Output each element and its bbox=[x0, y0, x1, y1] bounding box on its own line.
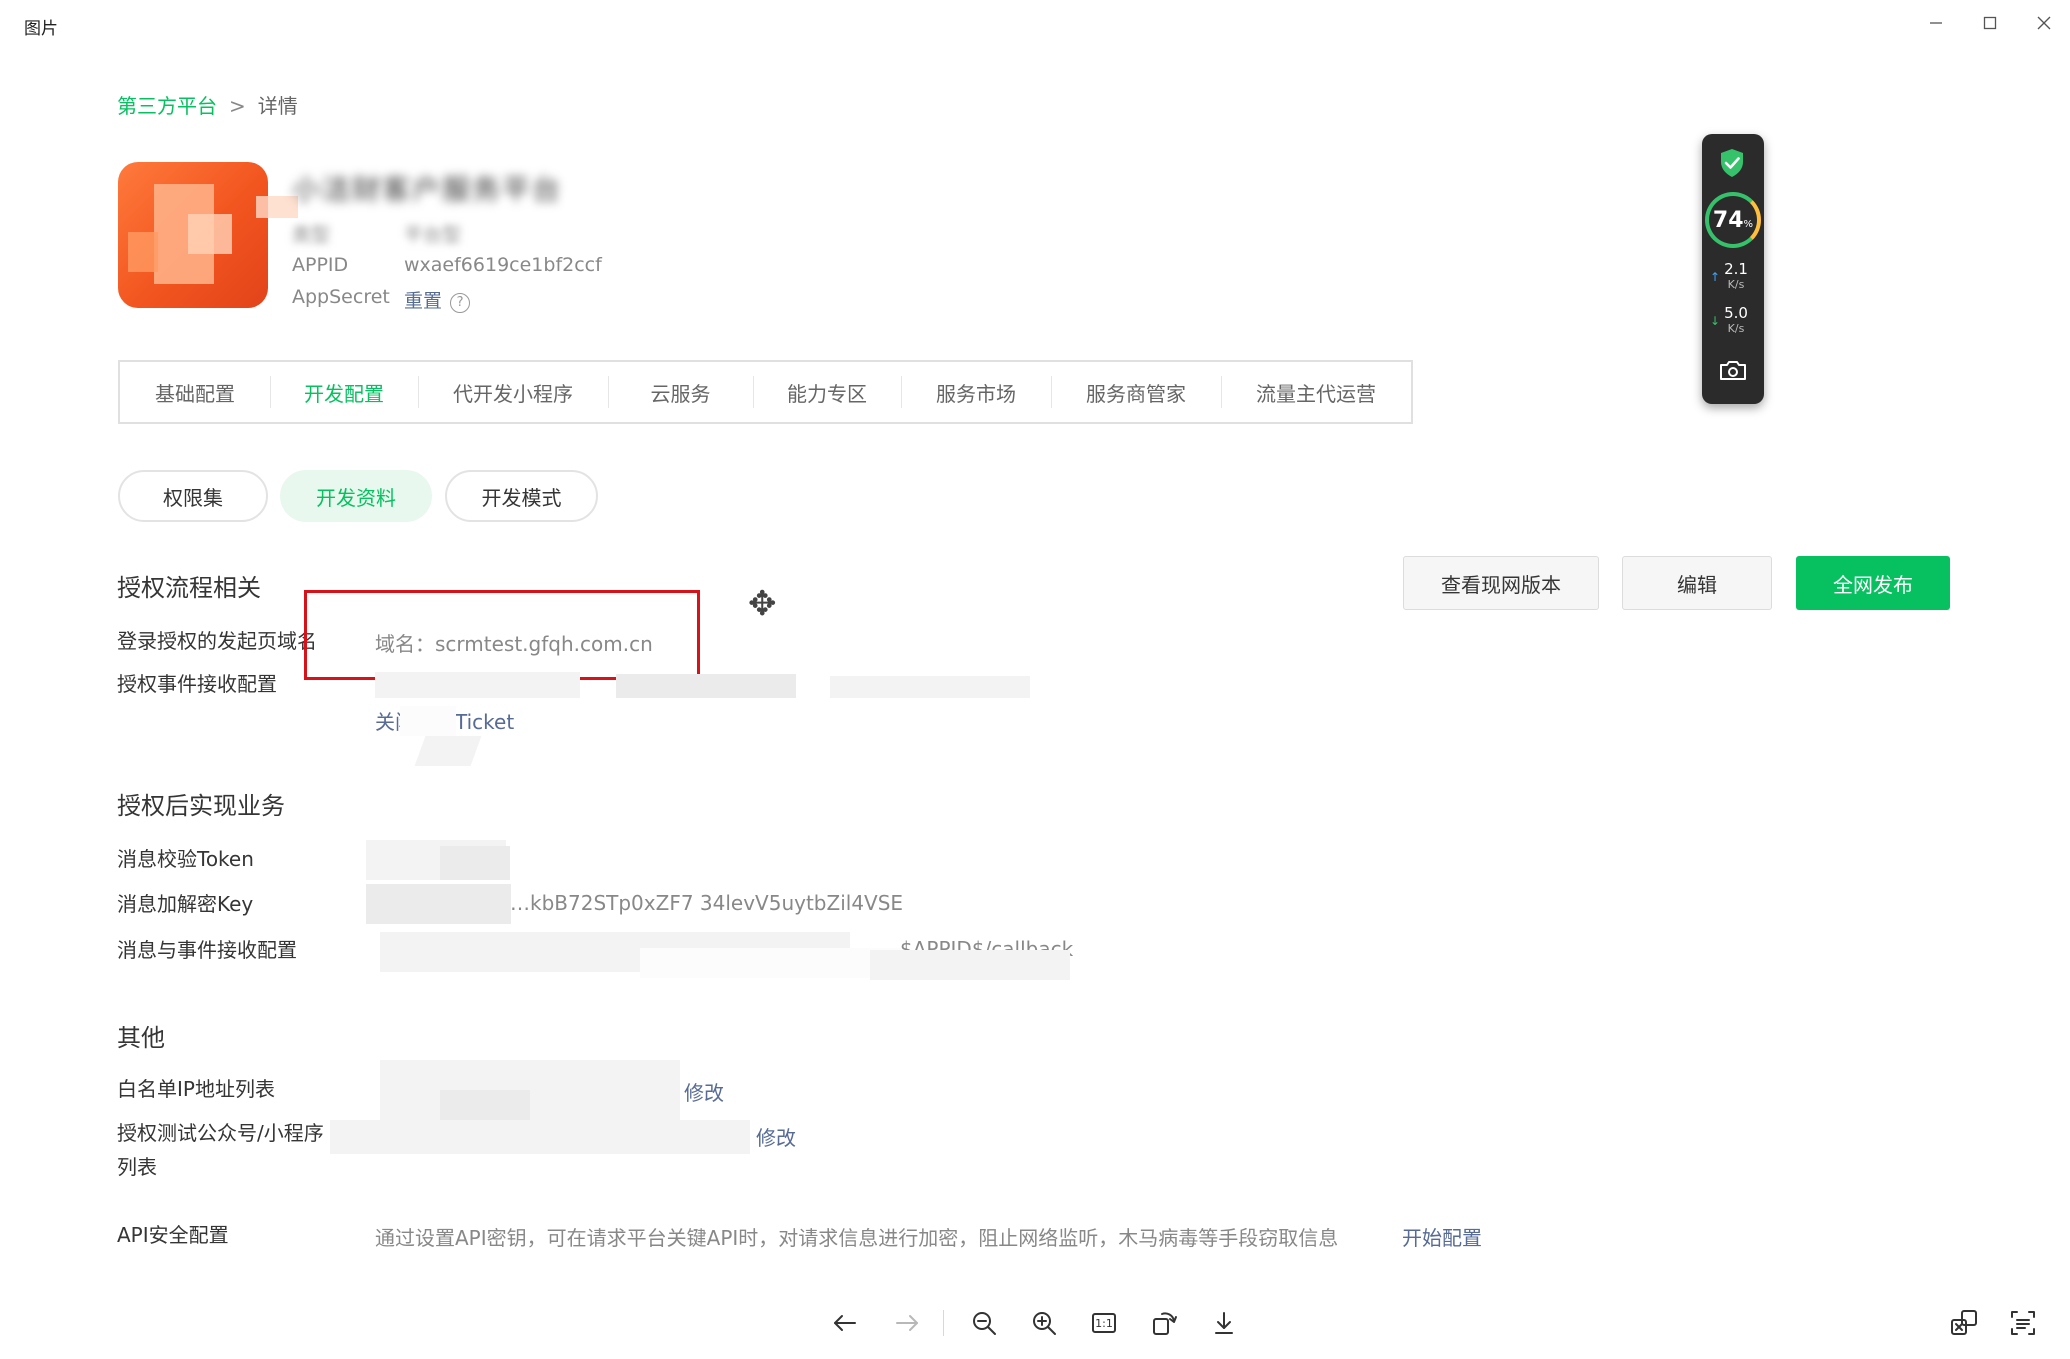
section-other-title: 其他 bbox=[117, 1024, 165, 1052]
ocr-translate-icon[interactable] bbox=[1941, 1300, 1987, 1346]
redacted-block bbox=[870, 950, 1070, 980]
breadcrumb-current: 详情 bbox=[257, 94, 298, 118]
network-speed-widget[interactable]: 74% ↑ 2.1 K/s ↓ 5.0 K/s bbox=[1702, 134, 1764, 404]
redacted-block bbox=[440, 846, 510, 880]
tab-basic-config[interactable]: 基础配置 bbox=[120, 362, 270, 422]
download-speed-value: 5.0 bbox=[1724, 304, 1748, 322]
tab-service-market[interactable]: 服务市场 bbox=[901, 362, 1051, 422]
redacted-block bbox=[830, 676, 1030, 698]
appsecret-value: 重置? bbox=[404, 286, 471, 313]
window-titlebar: 图片 bbox=[0, 0, 2070, 46]
upload-speed: 2.1 K/s bbox=[1714, 260, 1758, 291]
text-extract-icon[interactable] bbox=[2000, 1300, 2046, 1346]
edit-button[interactable]: 编辑 bbox=[1622, 556, 1772, 610]
app-name: 小洁财客户服务平台 bbox=[292, 173, 563, 206]
question-circle-icon[interactable]: ? bbox=[450, 293, 471, 313]
upload-speed-unit: K/s bbox=[1727, 278, 1745, 291]
test-account-edit-link[interactable]: 修改 bbox=[756, 1122, 796, 1151]
app-type-value: 平台型 bbox=[404, 224, 462, 246]
download-speed: 5.0 K/s bbox=[1714, 304, 1758, 335]
login-domain-label: 登录授权的发起页域名 bbox=[117, 629, 317, 653]
breadcrumb-root[interactable]: 第三方平台 bbox=[117, 94, 217, 118]
arrow-left-icon[interactable] bbox=[822, 1300, 868, 1346]
rotate-icon[interactable] bbox=[1141, 1300, 1187, 1346]
redacted-block bbox=[380, 1060, 680, 1120]
load-unit: % bbox=[1743, 218, 1754, 230]
subtab-permissions[interactable]: 权限集 bbox=[118, 470, 268, 522]
ip-whitelist-label: 白名单IP地址列表 bbox=[117, 1077, 275, 1101]
tab-dev-config[interactable]: 开发配置 bbox=[270, 362, 418, 422]
appid-label: APPID bbox=[292, 254, 349, 276]
tab-traffic-operation[interactable]: 流量主代运营 bbox=[1221, 362, 1411, 422]
actual-size-label: 1:1 bbox=[1095, 1316, 1113, 1330]
reset-secret-link[interactable]: 重置 bbox=[404, 290, 442, 312]
actual-size-icon[interactable]: 1:1 bbox=[1081, 1300, 1127, 1346]
callback-config-label: 消息与事件接收配置 bbox=[117, 938, 297, 962]
publish-all-button[interactable]: 全网发布 bbox=[1796, 556, 1950, 610]
redacted-block bbox=[414, 736, 482, 766]
zoom-out-icon[interactable] bbox=[961, 1300, 1007, 1346]
shield-check-icon bbox=[1721, 149, 1743, 177]
start-config-link[interactable]: 开始配置 bbox=[1402, 1222, 1482, 1251]
load-gauge: 74% bbox=[1705, 192, 1761, 248]
subtab-dev-info[interactable]: 开发资料 bbox=[280, 470, 432, 522]
main-tabs: 基础配置 开发配置 代开发小程序 云服务 能力专区 服务市场 服务商管家 流量主… bbox=[118, 360, 1413, 424]
zoom-in-icon[interactable] bbox=[1021, 1300, 1067, 1346]
token-label: 消息校验Token bbox=[117, 847, 254, 871]
camera-icon[interactable] bbox=[1718, 358, 1748, 382]
app-type-label: 类型 bbox=[292, 224, 331, 246]
red-highlight-box bbox=[304, 590, 700, 680]
maximize-icon[interactable] bbox=[1970, 6, 2010, 40]
tab-cloud-service[interactable]: 云服务 bbox=[608, 362, 753, 422]
event-receive-label: 授权事件接收配置 bbox=[117, 672, 277, 696]
chevron-right-icon: > bbox=[229, 94, 246, 118]
download-icon[interactable] bbox=[1201, 1300, 1247, 1346]
encrypt-key-label: 消息加解密Key bbox=[117, 892, 254, 916]
api-security-label: API安全配置 bbox=[117, 1223, 229, 1247]
move-cursor-icon: ✥ bbox=[748, 584, 777, 624]
tab-capability[interactable]: 能力专区 bbox=[753, 362, 901, 422]
redacted-block bbox=[616, 674, 796, 698]
arrow-right-icon[interactable] bbox=[884, 1300, 930, 1346]
app-logo bbox=[118, 162, 268, 308]
ip-whitelist-edit-link[interactable]: 修改 bbox=[684, 1077, 724, 1106]
view-live-version-button[interactable]: 查看现网版本 bbox=[1403, 556, 1599, 610]
subtab-dev-mode[interactable]: 开发模式 bbox=[445, 470, 598, 522]
tab-dev-miniprogram[interactable]: 代开发小程序 bbox=[418, 362, 608, 422]
section-business-title: 授权后实现业务 bbox=[117, 792, 285, 820]
redacted-block bbox=[375, 672, 580, 698]
close-icon[interactable] bbox=[2024, 6, 2064, 40]
section-auth-flow-title: 授权流程相关 bbox=[117, 574, 261, 602]
redacted-block bbox=[330, 1120, 750, 1154]
encrypt-key-value: …kbB72STp0xZF7 34levV5uytbZil4VSE bbox=[510, 891, 904, 915]
tab-provider-manager[interactable]: 服务商管家 bbox=[1051, 362, 1221, 422]
load-percent: 74 bbox=[1712, 207, 1744, 233]
api-security-desc: 通过设置API密钥，可在请求平台关键API时，对请求信息进行加密，阻止网络监听，… bbox=[375, 1226, 1339, 1250]
upload-speed-value: 2.1 bbox=[1724, 260, 1748, 278]
test-account-label: 授权测试公众号/小程序列表 bbox=[117, 1121, 324, 1179]
breadcrumb: 第三方平台 > 详情 bbox=[117, 90, 298, 119]
window-title: 图片 bbox=[24, 19, 58, 39]
appid-value: wxaef6619ce1bf2ccf bbox=[404, 254, 602, 276]
appsecret-label: AppSecret bbox=[292, 286, 390, 308]
redacted-block bbox=[366, 884, 511, 924]
minimize-icon[interactable] bbox=[1916, 6, 1956, 40]
toolbar-divider bbox=[943, 1310, 944, 1336]
redacted-block bbox=[640, 948, 900, 978]
redacted-block bbox=[400, 706, 456, 736]
download-speed-unit: K/s bbox=[1727, 322, 1745, 335]
